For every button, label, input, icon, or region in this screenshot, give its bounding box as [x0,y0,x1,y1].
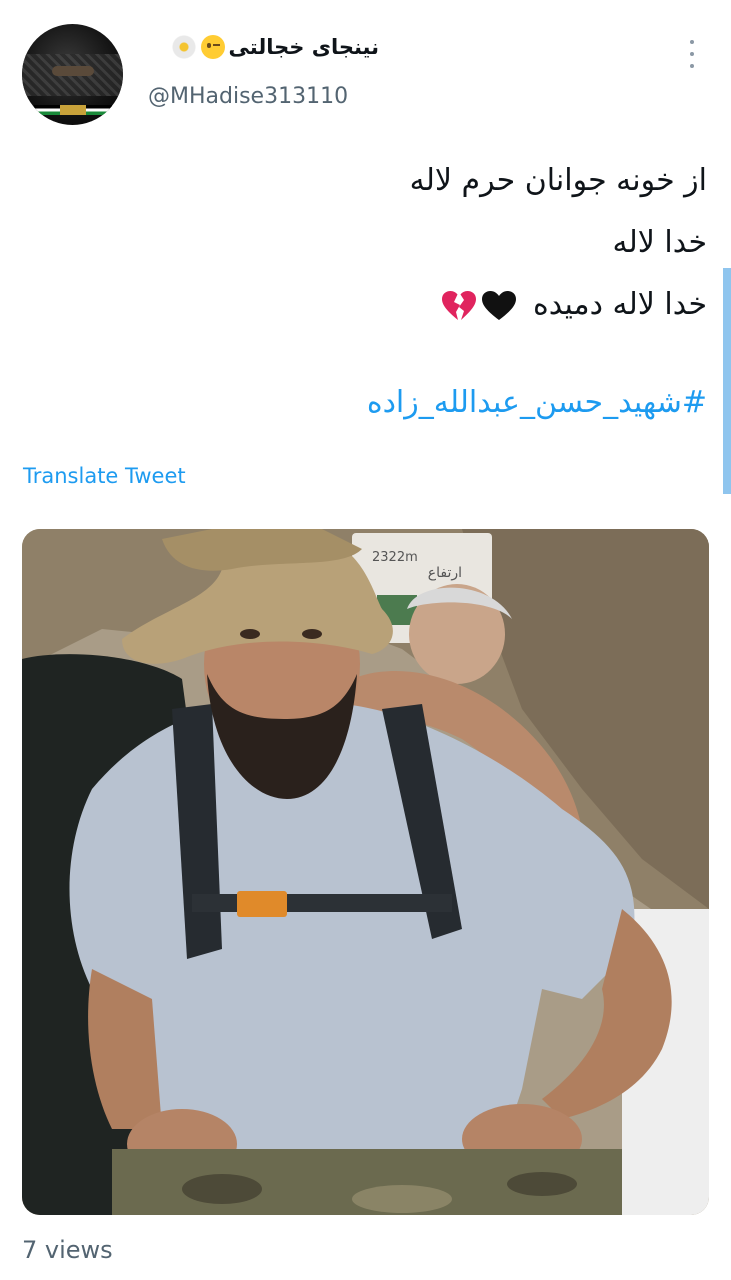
sign-label: ارتفاع [428,565,462,581]
photo-illustration: 2322m ارتفاع [22,529,709,1215]
author-display-name[interactable]: نینجای خجالتی [229,35,379,59]
tweet-line: خدا لاله دمیده [107,274,707,336]
sign-altitude: 2322m [372,550,418,565]
scrollbar[interactable] [723,268,731,494]
tweet-line-text: خدا لاله دمیده [533,287,707,322]
tweet-line: خدا لاله [612,225,708,260]
hashtag-link[interactable]: #شهید_حسن_عبدالله_زاده [367,385,707,420]
avatar-eyes [52,66,94,76]
tweet-line: از خونه جوانان حرم لاله [409,163,707,198]
more-vertical-icon[interactable] [682,40,702,68]
avatar-flags [34,105,112,115]
black-heart-icon [482,290,517,320]
broken-heart-icon [442,290,477,320]
tweet-line-emojis [441,290,517,322]
tweet-text: از خونه جوانان حرم لاله خدا لاله خدا لال… [107,150,707,336]
winking-face-emoji-icon [200,35,225,59]
views-count: 7 views [22,1236,113,1264]
translate-tweet-link[interactable]: Translate Tweet [23,464,186,488]
white-flower-emoji-icon [170,34,197,60]
author-name-row[interactable]: نینجای خجالتی [170,34,379,60]
author-avatar[interactable] [22,24,123,125]
tweet-photo[interactable]: 2322m ارتفاع [22,529,709,1215]
author-handle[interactable]: @MHadise313110 [148,84,348,109]
